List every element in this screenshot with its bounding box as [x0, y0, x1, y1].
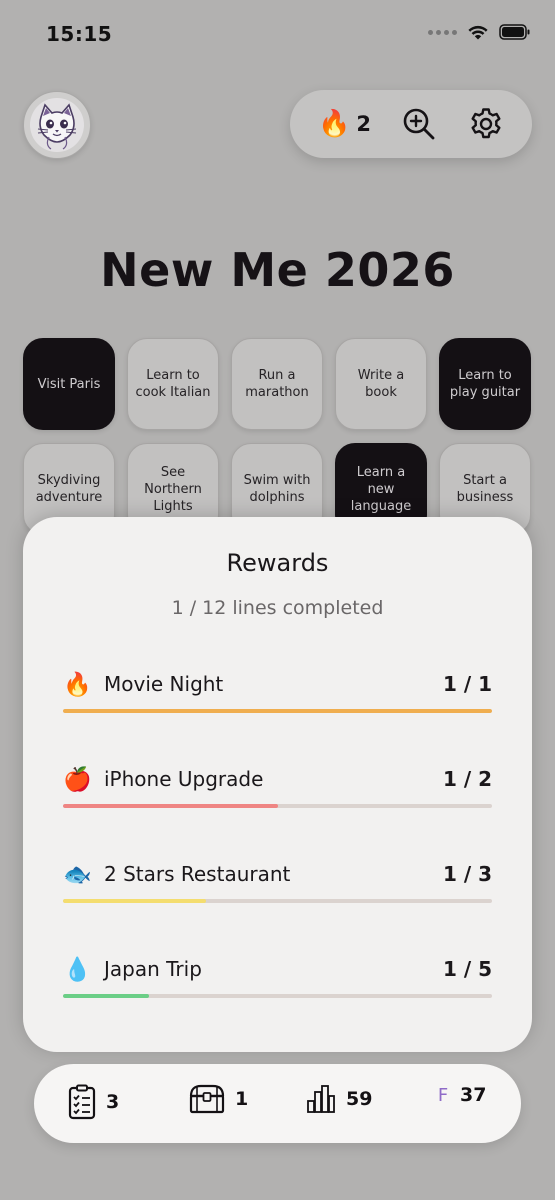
profile-avatar[interactable]: [23, 91, 91, 159]
streak-count: 2: [356, 112, 371, 136]
gear-icon: [471, 108, 501, 139]
reward-progress-fill: [63, 899, 206, 903]
reward-name: 2 Stars Restaurant: [104, 862, 291, 886]
battery-icon: [499, 24, 531, 40]
reward-name: Movie Night: [104, 672, 224, 696]
reward-item[interactable]: 🔥 Movie Night 1 / 1: [63, 669, 492, 729]
reward-count: 1 / 3: [442, 862, 492, 886]
grade-letter: F: [437, 1084, 449, 1106]
flame-icon: 🔥: [63, 672, 92, 698]
top-action-pill: 🔥 2: [290, 90, 532, 158]
bingo-tile[interactable]: Write a book: [335, 338, 427, 430]
apple-icon: 🍎: [63, 767, 92, 793]
lines-completed-text: 1 / 12 lines completed: [171, 597, 384, 619]
grade-stat[interactable]: F 37: [436, 1084, 487, 1106]
flame-icon: 🔥: [318, 109, 351, 139]
status-time: 15:15: [46, 22, 113, 46]
reward-name: Japan Trip: [104, 957, 202, 981]
rewards-sheet: Rewards 1 / 12 lines completed 🔥 Movie N…: [23, 517, 532, 1052]
treasure-chest-icon: [189, 1084, 225, 1114]
clipboard-checklist-icon: [68, 1084, 96, 1120]
page-title: New Me 2026: [100, 243, 455, 297]
streak-counter[interactable]: 🔥 2: [318, 111, 371, 137]
status-indicators: [428, 24, 531, 40]
reward-item[interactable]: 🐟 2 Stars Restaurant 1 / 3: [63, 859, 492, 919]
zoom-in-icon: [403, 108, 434, 140]
tasks-count: 3: [106, 1091, 120, 1113]
chests-count: 1: [235, 1088, 249, 1110]
bottom-stats-bar: 3 1 59 F 37: [34, 1064, 521, 1143]
bar-chart-icon: [307, 1085, 335, 1113]
settings-button[interactable]: [466, 104, 506, 144]
fish-icon: 🐟: [63, 862, 92, 888]
reward-name: iPhone Upgrade: [104, 767, 264, 791]
bingo-tile[interactable]: Visit Paris: [23, 338, 115, 430]
bingo-tile[interactable]: Run a marathon: [231, 338, 323, 430]
status-bar: 15:15: [0, 0, 555, 70]
reward-count: 1 / 1: [442, 672, 492, 696]
reward-count: 1 / 5: [442, 957, 492, 981]
grade-value: 37: [460, 1084, 487, 1106]
cellular-signal-icon: [428, 29, 457, 35]
reward-count: 1 / 2: [442, 767, 492, 791]
reward-item[interactable]: 💧 Japan Trip 1 / 5: [63, 954, 492, 1014]
reward-progress-fill: [63, 994, 149, 998]
zoom-in-button[interactable]: [399, 104, 439, 144]
droplet-icon: 💧: [63, 957, 92, 983]
wifi-icon: [467, 24, 489, 40]
reward-progress-fill: [63, 709, 492, 713]
tasks-stat[interactable]: 3: [68, 1084, 119, 1120]
cat-avatar-icon: [30, 98, 84, 152]
score-value: 59: [346, 1088, 373, 1110]
reward-progress-track: [63, 994, 492, 998]
reward-progress-track: [63, 899, 492, 903]
reward-progress-track: [63, 804, 492, 808]
chests-stat[interactable]: 1: [189, 1084, 248, 1114]
reward-item[interactable]: 🍎 iPhone Upgrade 1 / 2: [63, 764, 492, 824]
bingo-tile[interactable]: Learn to cook Italian: [127, 338, 219, 430]
rewards-title: Rewards: [226, 549, 329, 577]
score-stat[interactable]: 59: [306, 1084, 372, 1114]
reward-progress-fill: [63, 804, 278, 808]
reward-progress-track: [63, 709, 492, 713]
bingo-tile[interactable]: Learn to play guitar: [439, 338, 531, 430]
